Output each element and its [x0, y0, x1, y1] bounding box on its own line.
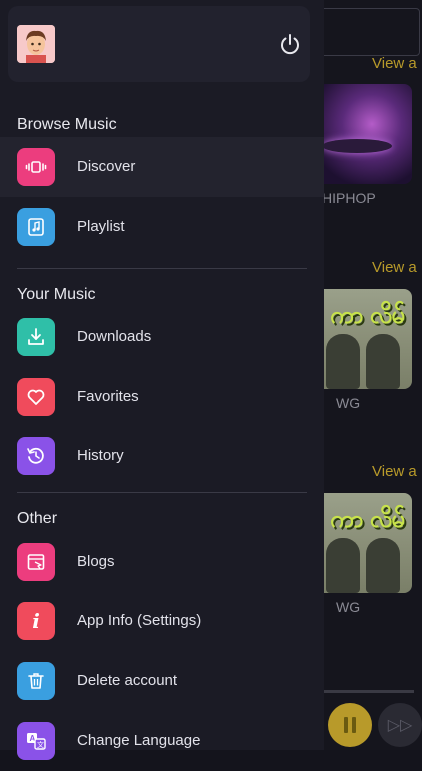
- menu-label-blogs: Blogs: [77, 553, 115, 570]
- album-art-logo-text: ကာ လိမ်: [330, 301, 405, 329]
- section-title-your-music: Your Music: [17, 286, 96, 303]
- menu-item-history[interactable]: History: [0, 426, 324, 486]
- view-all-link: View a: [372, 259, 417, 276]
- profile-card[interactable]: [8, 6, 310, 82]
- power-icon[interactable]: [278, 32, 302, 56]
- divider: [17, 492, 307, 493]
- pause-button: [328, 703, 372, 747]
- download-icon: [17, 318, 55, 356]
- next-button: ▷▷: [378, 703, 422, 747]
- menu-item-app-info[interactable]: i App Info (Settings): [0, 591, 324, 651]
- section-title-other: Other: [17, 510, 58, 527]
- menu-item-downloads[interactable]: Downloads: [0, 307, 324, 367]
- album-art-figure: [326, 334, 360, 389]
- history-icon: [17, 437, 55, 475]
- menu-label-discover: Discover: [77, 158, 136, 175]
- section-title-browse-music: Browse Music: [17, 116, 117, 133]
- card-label-wg: WG: [336, 599, 361, 615]
- menu-item-favorites[interactable]: Favorites: [0, 367, 324, 427]
- view-all-link: View a: [372, 463, 417, 480]
- pause-icon: [344, 717, 348, 733]
- menu-label-playlist: Playlist: [77, 218, 125, 235]
- background-search-box: [310, 8, 420, 56]
- heart-icon: [17, 378, 55, 416]
- navigation-drawer: Browse Music Discover Playlist Your Musi…: [0, 0, 324, 760]
- menu-item-delete-account[interactable]: Delete account: [0, 651, 324, 711]
- view-all-link: View a: [372, 55, 417, 72]
- divider: [17, 268, 307, 269]
- album-art-figure: [366, 334, 400, 389]
- menu-label-downloads: Downloads: [77, 328, 152, 345]
- info-icon: i: [17, 602, 55, 640]
- menu-label-history: History: [77, 447, 124, 464]
- player-progress-bar: [322, 690, 414, 693]
- wg-album-art: ကာ လိမ်: [312, 493, 412, 593]
- menu-label-change-language: Change Language: [77, 732, 201, 749]
- language-icon: A 文: [17, 722, 55, 760]
- menu-label-favorites: Favorites: [77, 388, 139, 405]
- album-art-figure: [366, 538, 400, 593]
- menu-item-discover[interactable]: Discover: [0, 137, 324, 197]
- menu-item-blogs[interactable]: Blogs: [0, 532, 324, 592]
- fast-forward-icon: ▷▷: [387, 717, 413, 734]
- wg-album-art: ကာ လိမ်: [312, 289, 412, 389]
- hiphop-album-art: [312, 84, 412, 184]
- svg-text:文: 文: [37, 740, 44, 749]
- trash-icon: [17, 662, 55, 700]
- menu-item-playlist[interactable]: Playlist: [0, 197, 324, 257]
- album-art-figure: [326, 538, 360, 593]
- card-label-hiphop: HIPHOP: [322, 190, 376, 206]
- menu-label-app-info: App Info (Settings): [77, 612, 202, 629]
- avatar[interactable]: [17, 25, 55, 63]
- card-label-wg: WG: [336, 395, 361, 411]
- menu-label-delete-account: Delete account: [77, 672, 178, 689]
- album-art-logo-text: ကာ လိမ်: [330, 505, 405, 533]
- blog-icon: [17, 543, 55, 581]
- discover-icon: [17, 148, 55, 186]
- playlist-icon: [17, 208, 55, 246]
- menu-item-change-language[interactable]: A 文 Change Language: [0, 711, 324, 771]
